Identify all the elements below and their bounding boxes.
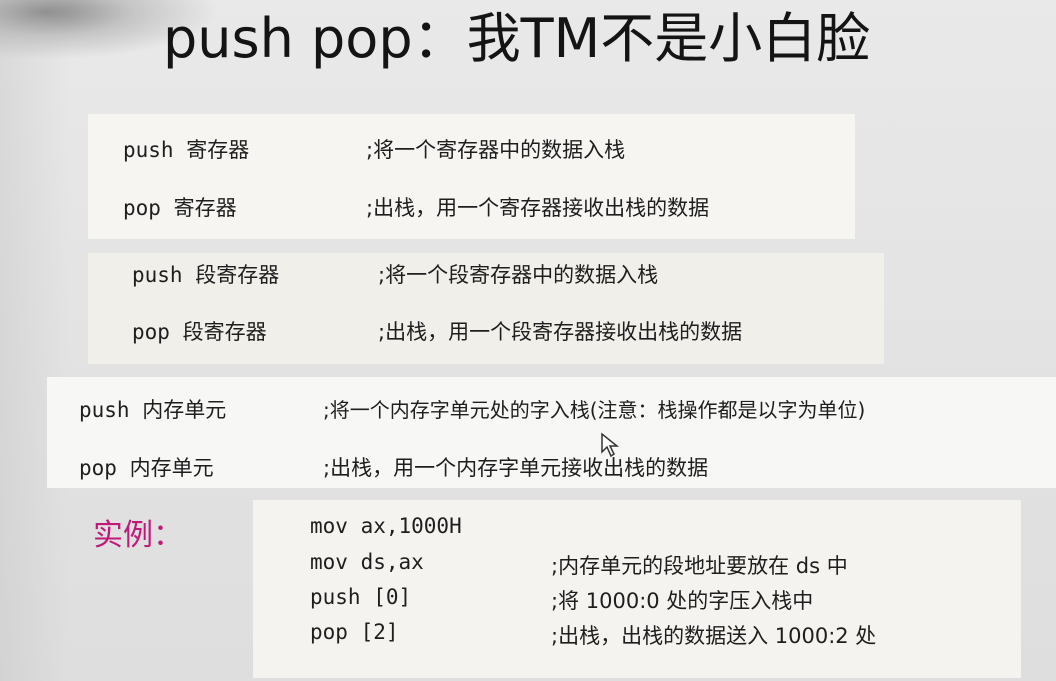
comment-pop-register: ;出栈，用一个寄存器接收出栈的数据 (366, 196, 710, 220)
example-code-line: mov ax,1000H (310, 514, 462, 538)
comment-pop-segment-register: ;出栈，用一个段寄存器接收出栈的数据 (378, 320, 743, 344)
example-label: 实例： (93, 518, 183, 553)
code-push-segment-register: push 段寄存器 (132, 263, 280, 287)
example-comment-line: ;出栈，出栈的数据送入 1000:2 处 (551, 624, 877, 648)
segment-register-instructions-box: push 段寄存器 ;将一个段寄存器中的数据入栈 pop 段寄存器 ;出栈，用一… (88, 253, 884, 364)
example-code-box: mov ax,1000H mov ds,ax ;内存单元的段地址要放在 ds 中… (253, 500, 1021, 678)
example-comment-line: ;内存单元的段地址要放在 ds 中 (551, 554, 848, 578)
example-code-line: pop [2] (310, 620, 399, 644)
mouse-pointer-icon (601, 432, 620, 458)
side-shade-decoration (0, 0, 70, 681)
example-code-line: push [0] (310, 585, 412, 609)
example-code-line: mov ds,ax (310, 550, 424, 574)
example-comment-line: ;将 1000:0 处的字压入栈中 (551, 589, 814, 613)
comment-push-register: ;将一个寄存器中的数据入栈 (366, 138, 626, 162)
register-instructions-box: push 寄存器 ;将一个寄存器中的数据入栈 pop 寄存器 ;出栈，用一个寄存… (88, 114, 855, 239)
comment-push-segment-register: ;将一个段寄存器中的数据入栈 (378, 263, 659, 287)
code-push-register: push 寄存器 (123, 138, 250, 162)
code-pop-segment-register: pop 段寄存器 (132, 320, 267, 344)
memory-unit-instructions-box: push 内存单元 ;将一个内存字单元处的字入栈(注意：栈操作都是以字为单位) … (47, 377, 1056, 488)
comment-push-memory-unit: ;将一个内存字单元处的字入栈(注意：栈操作都是以字为单位) (323, 398, 866, 422)
comment-pop-memory-unit: ;出栈，用一个内存字单元接收出栈的数据 (323, 456, 709, 480)
code-pop-memory-unit: pop 内存单元 (79, 456, 214, 480)
slide-title: push pop：我TM不是小白脸 (163, 7, 871, 70)
code-pop-register: pop 寄存器 (123, 196, 237, 220)
code-push-memory-unit: push 内存单元 (79, 398, 227, 422)
